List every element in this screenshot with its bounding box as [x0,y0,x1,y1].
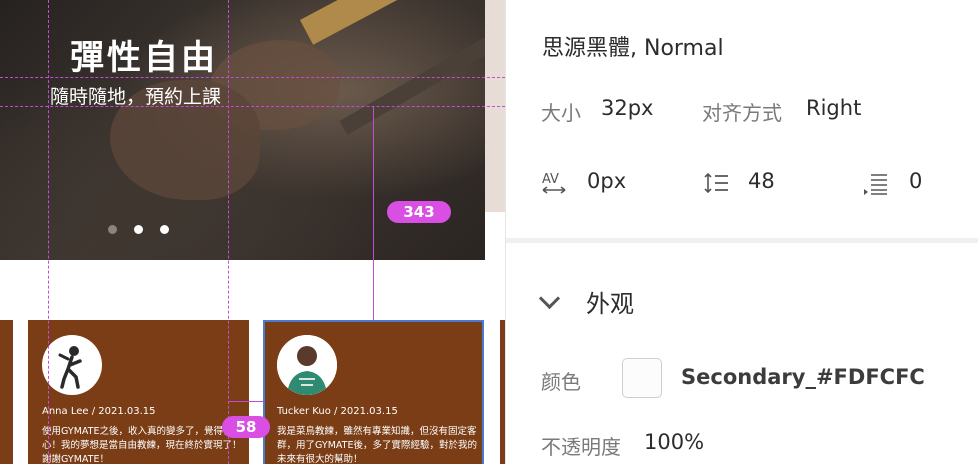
smart-guide-line [48,0,49,464]
avatar [277,335,337,395]
line-spacing-field[interactable]: 48 [748,169,775,193]
color-swatch[interactable] [622,358,662,398]
distance-line [373,106,374,320]
opacity-label: 不透明度 [541,435,621,459]
carousel-dot[interactable] [108,225,117,234]
section-divider [506,238,978,243]
property-inspector: 思源黑體, Normal 大小 32px 对齐方式 Right AV 0px 4… [505,0,978,464]
testimonial-card-partial[interactable] [0,320,13,464]
distance-line [228,401,263,402]
font-family-select[interactable]: 思源黑體, Normal [542,30,724,62]
distance-label: 343 [387,201,451,223]
testimonial-card-selected[interactable]: Tucker Kuo / 2021.03.15 我是菜鳥教練，雖然有專業知識，但… [263,320,484,464]
hero-photo-strap [300,0,485,45]
card-quote: 使用GYMATE之後，收入真的變多了，覺得很開心！我的夢想是當自由教練，現在終於… [42,426,242,464]
character-spacing-icon: AV [540,170,568,200]
svg-text:AV: AV [542,172,559,187]
smart-guide-line [0,77,505,78]
avatar [42,335,102,395]
hero-subtitle[interactable]: 隨時隨地，預約上課 [50,82,221,109]
carousel-dot[interactable] [160,225,169,234]
hero-title[interactable]: 彈性自由 [70,30,218,79]
text-align-select[interactable]: Right [806,96,861,120]
testimonial-card[interactable]: Anna Lee / 2021.03.15 使用GYMATE之後，收入真的變多了… [28,320,249,464]
design-canvas[interactable]: 彈性自由 隨時隨地，預約上課 Anna Lee / 2021.03.15 使用G… [0,0,505,464]
card-author: Anna Lee / 2021.03.15 [42,406,156,417]
hero-photo-strap-shadow [339,21,485,135]
color-label: 颜色 [541,370,581,394]
distance-label: 58 [222,416,270,438]
color-asset-name[interactable]: Secondary_#FDFCFC [681,365,925,389]
chevron-down-icon[interactable] [538,287,561,310]
card-author: Tucker Kuo / 2021.03.15 [277,406,398,417]
card-quote: 我是菜鳥教練，雖然有專業知識，但沒有固定客群，用了GYMATE後，多了實際經驗，… [277,426,477,464]
align-label: 对齐方式 [702,101,782,125]
carousel-dots [108,225,169,234]
smart-guide-line [0,106,505,107]
opacity-field[interactable]: 100% [644,430,704,454]
paragraph-spacing-field[interactable]: 0 [909,169,922,193]
size-label: 大小 [541,101,581,125]
line-spacing-icon [704,172,730,198]
carousel-dot[interactable] [134,225,143,234]
character-spacing-field[interactable]: 0px [587,169,626,193]
appearance-section-title[interactable]: 外观 [586,284,634,319]
paragraph-spacing-icon [863,172,889,200]
smart-guide-line [228,0,229,464]
font-size-field[interactable]: 32px [601,96,653,120]
